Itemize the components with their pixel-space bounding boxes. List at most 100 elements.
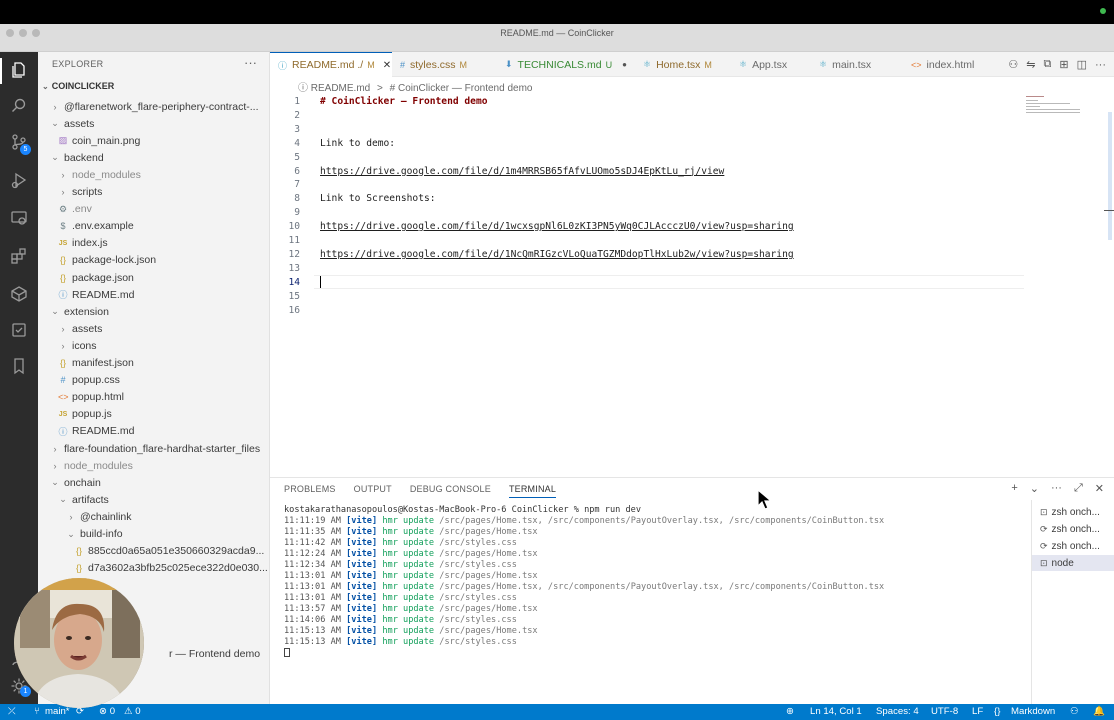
editor-tab[interactable]: ⚛ App.tsx bbox=[731, 52, 811, 77]
copilot-status-icon[interactable]: ⚇ bbox=[1070, 706, 1079, 717]
editor-tab[interactable]: ⬇ TECHNICALS.md U ● bbox=[497, 52, 635, 77]
tree-folder[interactable]: › scripts bbox=[38, 184, 269, 201]
terminal-input-line[interactable] bbox=[284, 648, 1024, 659]
minimap[interactable] bbox=[1026, 94, 1084, 116]
tree-folder[interactable]: ⌄ assets bbox=[38, 115, 269, 132]
explorer-icon[interactable] bbox=[9, 60, 29, 80]
code-line[interactable]: 2 bbox=[270, 109, 1030, 123]
code-line[interactable]: 1 # CoinClicker — Frontend demo bbox=[270, 95, 1030, 109]
terminal-dropdown-chevron-icon[interactable]: ⌄ bbox=[1030, 482, 1039, 495]
panel-more-actions-icon[interactable]: ··· bbox=[1051, 482, 1062, 495]
tree-file[interactable]: {} package.json bbox=[38, 269, 269, 286]
cursor-position[interactable]: Ln 14, Col 1 bbox=[810, 706, 862, 717]
explorer-more-actions-icon[interactable]: ··· bbox=[244, 55, 257, 70]
code-line[interactable]: 7 bbox=[270, 178, 1030, 192]
terminal-instance[interactable]: ⊡ node bbox=[1032, 555, 1114, 571]
code-line[interactable]: 8 Link to Screenshots: bbox=[270, 192, 1030, 206]
tree-file[interactable]: ⓘ README.md bbox=[38, 286, 269, 303]
tree-folder[interactable]: › icons bbox=[38, 337, 269, 354]
editor-tab[interactable]: <> index.html bbox=[903, 52, 985, 77]
extensions-icon[interactable] bbox=[9, 246, 29, 266]
tree-folder[interactable]: ⌄ backend bbox=[38, 149, 269, 166]
code-line[interactable]: 9 bbox=[270, 206, 1030, 220]
tree-file[interactable]: ⚙ .env bbox=[38, 201, 269, 218]
code-line[interactable]: 14 bbox=[270, 276, 1030, 290]
terminal-instance[interactable]: ⟳ zsh onch... bbox=[1032, 538, 1114, 554]
tree-folder[interactable]: › assets bbox=[38, 320, 269, 337]
end-of-line[interactable]: LF bbox=[972, 706, 983, 717]
tree-folder[interactable]: › node_modules bbox=[38, 457, 269, 474]
tree-file[interactable]: $ .env.example bbox=[38, 218, 269, 235]
tree-file[interactable]: {} 885ccd0a65a051e350660329acda9... bbox=[38, 543, 269, 560]
code-link[interactable]: https://drive.google.com/file/d/1m4MRRSB… bbox=[320, 165, 724, 179]
code-link[interactable]: https://drive.google.com/file/d/1NcQmRIG… bbox=[320, 248, 794, 262]
testing-icon[interactable] bbox=[9, 320, 29, 340]
encoding[interactable]: UTF-8 bbox=[931, 706, 958, 717]
code-link[interactable]: https://drive.google.com/file/d/1wcxsgpN… bbox=[320, 220, 794, 234]
tree-folder[interactable]: › node_modules bbox=[38, 166, 269, 183]
code-line[interactable]: 12 https://drive.google.com/file/d/1NcQmR… bbox=[270, 248, 1030, 262]
remote-explorer-icon[interactable] bbox=[9, 208, 29, 228]
copilot-icon[interactable]: ⚇ bbox=[1008, 58, 1018, 71]
code-line[interactable]: 11 bbox=[270, 234, 1030, 248]
close-panel-icon[interactable]: ✕ bbox=[1095, 482, 1104, 495]
git-branch[interactable]: main* bbox=[45, 706, 70, 717]
tab-debug-console[interactable]: DEBUG CONSOLE bbox=[410, 484, 491, 498]
tree-file[interactable]: JS popup.js bbox=[38, 406, 269, 423]
compare-icon[interactable]: ⧉ bbox=[1044, 58, 1052, 71]
bookmark-icon[interactable] bbox=[9, 356, 29, 376]
tab-terminal[interactable]: TERMINAL bbox=[508, 484, 557, 498]
maximize-panel-icon[interactable]: ⤢ bbox=[1074, 482, 1083, 495]
containers-icon[interactable] bbox=[9, 284, 29, 304]
tree-file[interactable]: {} package-lock.json bbox=[38, 252, 269, 269]
new-terminal-button[interactable]: + bbox=[1011, 482, 1017, 495]
breadcrumb-symbol[interactable]: # CoinClicker — Frontend demo bbox=[390, 83, 533, 94]
breadcrumb-file[interactable]: ⓘ README.md bbox=[298, 83, 370, 94]
search-icon[interactable] bbox=[9, 96, 29, 116]
editor-tab[interactable]: # styles.css M bbox=[392, 52, 497, 77]
open-changes-icon[interactable]: ⇋ bbox=[1026, 58, 1035, 71]
code-line[interactable]: 5 bbox=[270, 151, 1030, 165]
code-line[interactable]: 6 https://drive.google.com/file/d/1m4MRRS… bbox=[270, 165, 1030, 179]
tree-folder[interactable]: ⌄ artifacts bbox=[38, 491, 269, 508]
editor-tab[interactable]: ⓘ README.md ./M ✕ bbox=[270, 52, 392, 77]
notifications-bell-icon[interactable]: 🔔 bbox=[1093, 706, 1105, 717]
tree-file[interactable]: # popup.css bbox=[38, 372, 269, 389]
code-line[interactable]: 13 bbox=[270, 262, 1030, 276]
remote-indicator-icon[interactable]: ⤫ bbox=[8, 706, 16, 717]
tree-file[interactable]: ▨ coin_main.png bbox=[38, 132, 269, 149]
tree-file[interactable]: ⓘ README.md bbox=[38, 423, 269, 440]
close-tab-icon[interactable]: ✕ bbox=[383, 60, 391, 71]
tree-file[interactable]: {} d7a3602a3bfb25c025ece322d0e030... bbox=[38, 560, 269, 577]
tree-file[interactable]: {} manifest.json bbox=[38, 355, 269, 372]
split-editor-icon[interactable]: ◫ bbox=[1077, 58, 1087, 71]
tree-file[interactable]: JS index.js bbox=[38, 235, 269, 252]
terminal-instance[interactable]: ⟳ zsh onch... bbox=[1032, 521, 1114, 537]
tree-folder[interactable]: › @chainlink bbox=[38, 508, 269, 525]
editor-tab[interactable]: ⚛ main.tsx bbox=[811, 52, 903, 77]
tree-folder[interactable]: ⌄ onchain bbox=[38, 474, 269, 491]
indentation[interactable]: Spaces: 4 bbox=[876, 706, 919, 717]
code-line[interactable]: 10 https://drive.google.com/file/d/1wcxsg… bbox=[270, 220, 1030, 234]
errors-count[interactable]: ⊗ 0 bbox=[99, 706, 115, 717]
code-line[interactable]: 16 bbox=[270, 304, 1030, 318]
preview-icon[interactable]: ⊞ bbox=[1059, 58, 1068, 71]
tab-problems[interactable]: PROBLEMS bbox=[284, 484, 336, 498]
tab-output[interactable]: OUTPUT bbox=[354, 484, 392, 498]
tree-folder[interactable]: › flare-foundation_flare-hardhat-starter_… bbox=[38, 440, 269, 457]
more-actions-icon[interactable]: ··· bbox=[1095, 59, 1106, 71]
scrollbar[interactable] bbox=[1108, 112, 1112, 240]
tree-folder[interactable]: › @flarenetwork_flare-periphery-contract-… bbox=[38, 98, 269, 115]
code-line[interactable]: 4 Link to demo: bbox=[270, 137, 1030, 151]
terminal-instance[interactable]: ⊡ zsh onch... bbox=[1032, 504, 1114, 520]
project-root-folder[interactable]: ⌄ COINCLICKER bbox=[42, 81, 114, 91]
terminal-output[interactable]: kostakarathanasopoulos@Kostas-MacBook-Pr… bbox=[284, 505, 1024, 700]
run-debug-icon[interactable] bbox=[9, 170, 29, 190]
code-line[interactable]: 3 bbox=[270, 123, 1030, 137]
warnings-count[interactable]: ⚠ 0 bbox=[124, 706, 141, 717]
zoom-icon[interactable]: ⊕ bbox=[786, 706, 794, 717]
tree-folder[interactable]: ⌄ extension bbox=[38, 303, 269, 320]
tree-folder[interactable]: ⌄ build-info bbox=[38, 526, 269, 543]
language-mode[interactable]: Markdown bbox=[1011, 706, 1055, 717]
editor-tab[interactable]: ⚛ Home.tsx M bbox=[635, 52, 731, 77]
